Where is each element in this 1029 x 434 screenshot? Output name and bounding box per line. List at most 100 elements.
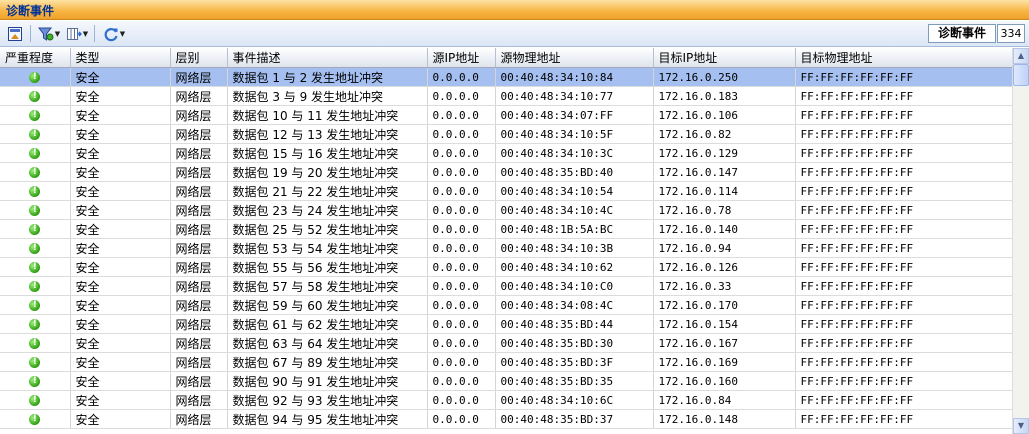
- cell-type: 安全: [70, 143, 171, 163]
- table-row[interactable]: ! 安全 网络层 数据包 63 与 64 发生地址冲突 0.0.0.0 00:40:48:…: [0, 333, 1012, 353]
- cell-target-mac: FF:FF:FF:FF:FF:FF: [795, 67, 1012, 87]
- cell-severity: !: [0, 314, 71, 334]
- cell-source-mac: 00:40:48:34:10:3B: [495, 238, 654, 258]
- col-header-layer[interactable]: 层别: [170, 48, 228, 68]
- table-row[interactable]: ! 安全 网络层 数据包 3 与 9 发生地址冲突 0.0.0.0 00:40:48:34…: [0, 86, 1012, 106]
- cell-source-mac: 00:40:48:35:BD:40: [495, 162, 654, 182]
- cell-severity: !: [0, 352, 71, 372]
- cell-layer: 网络层: [170, 257, 228, 277]
- severity-ok-icon: !: [29, 224, 41, 235]
- col-header-source-ip[interactable]: 源IP地址: [427, 48, 496, 68]
- severity-ok-icon: !: [29, 281, 41, 292]
- cell-target-mac: FF:FF:FF:FF:FF:FF: [795, 143, 1012, 163]
- filter-button[interactable]: ▼: [36, 24, 62, 43]
- cell-type: 安全: [70, 333, 171, 353]
- table-row[interactable]: ! 安全 网络层 数据包 21 与 22 发生地址冲突 0.0.0.0 00:40:48:…: [0, 181, 1012, 201]
- cell-layer: 网络层: [170, 409, 228, 429]
- severity-ok-icon: !: [29, 110, 41, 121]
- cell-source-ip: 0.0.0.0: [427, 409, 496, 429]
- severity-ok-icon: !: [29, 338, 41, 349]
- cell-source-ip: 0.0.0.0: [427, 105, 496, 125]
- table-row[interactable]: ! 安全 网络层 数据包 57 与 58 发生地址冲突 0.0.0.0 00:40:48:…: [0, 276, 1012, 296]
- diagnostic-events-count: 334: [997, 24, 1025, 43]
- cell-type: 安全: [70, 219, 171, 239]
- cell-description: 数据包 67 与 89 发生地址冲突: [227, 352, 428, 372]
- cell-target-mac: FF:FF:FF:FF:FF:FF: [795, 181, 1012, 201]
- refresh-button[interactable]: ▼: [100, 24, 128, 43]
- table-row[interactable]: ! 安全 网络层 数据包 92 与 93 发生地址冲突 0.0.0.0 00:40:48:…: [0, 390, 1012, 410]
- cell-layer: 网络层: [170, 390, 228, 410]
- diagnostic-events-label: 诊断事件: [928, 24, 996, 43]
- cell-severity: !: [0, 86, 71, 106]
- scroll-down-button[interactable]: ▼: [1013, 418, 1029, 434]
- severity-ok-icon: !: [29, 186, 41, 197]
- cell-source-mac: 00:40:48:34:10:3C: [495, 143, 654, 163]
- toolbar: ▼ ▼ ▼ 诊断事件 334: [0, 21, 1029, 47]
- cell-type: 安全: [70, 371, 171, 391]
- cell-target-ip: 172.16.0.167: [653, 333, 796, 353]
- severity-ok-icon: !: [29, 300, 41, 311]
- col-header-source-mac[interactable]: 源物理地址: [495, 48, 654, 68]
- table-row[interactable]: ! 安全 网络层 数据包 94 与 95 发生地址冲突 0.0.0.0 00:40:48:…: [0, 409, 1012, 429]
- severity-ok-icon: !: [29, 414, 41, 425]
- cell-target-mac: FF:FF:FF:FF:FF:FF: [795, 86, 1012, 106]
- vertical-scrollbar[interactable]: ▲ ▼: [1012, 48, 1029, 434]
- table-row[interactable]: ! 安全 网络层 数据包 55 与 56 发生地址冲突 0.0.0.0 00:40:48:…: [0, 257, 1012, 277]
- col-header-type[interactable]: 类型: [70, 48, 171, 68]
- table-row[interactable]: ! 安全 网络层 数据包 12 与 13 发生地址冲突 0.0.0.0 00:40:48:…: [0, 124, 1012, 144]
- col-header-target-ip[interactable]: 目标IP地址: [653, 48, 796, 68]
- severity-ok-icon: !: [29, 167, 41, 178]
- cell-description: 数据包 23 与 24 发生地址冲突: [227, 200, 428, 220]
- cell-severity: !: [0, 371, 71, 391]
- table-row[interactable]: ! 安全 网络层 数据包 61 与 62 发生地址冲突 0.0.0.0 00:40:48:…: [0, 314, 1012, 334]
- table-row[interactable]: ! 安全 网络层 数据包 53 与 54 发生地址冲突 0.0.0.0 00:40:48:…: [0, 238, 1012, 258]
- cell-target-ip: 172.16.0.154: [653, 314, 796, 334]
- table-row[interactable]: ! 安全 网络层 数据包 23 与 24 发生地址冲突 0.0.0.0 00:40:48:…: [0, 200, 1012, 220]
- cell-source-mac: 00:40:48:34:07:FF: [495, 105, 654, 125]
- cell-type: 安全: [70, 276, 171, 296]
- cell-target-ip: 172.16.0.160: [653, 371, 796, 391]
- cell-description: 数据包 90 与 91 发生地址冲突: [227, 371, 428, 391]
- cell-severity: !: [0, 276, 71, 296]
- filter-icon: [37, 27, 54, 41]
- col-header-description[interactable]: 事件描述: [227, 48, 428, 68]
- table-row[interactable]: ! 安全 网络层 数据包 25 与 52 发生地址冲突 0.0.0.0 00:40:48:…: [0, 219, 1012, 239]
- cell-target-mac: FF:FF:FF:FF:FF:FF: [795, 371, 1012, 391]
- cell-source-ip: 0.0.0.0: [427, 371, 496, 391]
- table-row[interactable]: ! 安全 网络层 数据包 10 与 11 发生地址冲突 0.0.0.0 00:40:48:…: [0, 105, 1012, 125]
- severity-ok-icon: !: [29, 91, 41, 102]
- refresh-icon: [104, 27, 118, 41]
- cell-type: 安全: [70, 409, 171, 429]
- cell-description: 数据包 19 与 20 发生地址冲突: [227, 162, 428, 182]
- panel-title: 诊断事件: [6, 4, 55, 18]
- cell-source-ip: 0.0.0.0: [427, 352, 496, 372]
- cell-source-mac: 00:40:48:34:10:84: [495, 67, 654, 87]
- cell-target-mac: FF:FF:FF:FF:FF:FF: [795, 333, 1012, 353]
- cell-source-mac: 00:40:48:34:10:77: [495, 86, 654, 106]
- cell-source-ip: 0.0.0.0: [427, 295, 496, 315]
- cell-source-ip: 0.0.0.0: [427, 238, 496, 258]
- export-button[interactable]: [5, 24, 25, 43]
- table-row[interactable]: ! 安全 网络层 数据包 19 与 20 发生地址冲突 0.0.0.0 00:40:48:…: [0, 162, 1012, 182]
- cell-source-ip: 0.0.0.0: [427, 124, 496, 144]
- table-row[interactable]: ! 安全 网络层 数据包 90 与 91 发生地址冲突 0.0.0.0 00:40:48:…: [0, 371, 1012, 391]
- scroll-thumb[interactable]: [1013, 64, 1029, 86]
- cell-type: 安全: [70, 86, 171, 106]
- cell-target-mac: FF:FF:FF:FF:FF:FF: [795, 314, 1012, 334]
- cell-severity: !: [0, 257, 71, 277]
- col-header-target-mac[interactable]: 目标物理地址: [795, 48, 1012, 68]
- cell-severity: !: [0, 67, 71, 87]
- columns-button[interactable]: ▼: [64, 24, 90, 43]
- col-header-severity[interactable]: 严重程度: [0, 48, 71, 68]
- cell-target-ip: 172.16.0.250: [653, 67, 796, 87]
- cell-target-ip: 172.16.0.169: [653, 352, 796, 372]
- cell-description: 数据包 3 与 9 发生地址冲突: [227, 86, 428, 106]
- table-row[interactable]: ! 安全 网络层 数据包 15 与 16 发生地址冲突 0.0.0.0 00:40:48:…: [0, 143, 1012, 163]
- table-row[interactable]: ! 安全 网络层 数据包 59 与 60 发生地址冲突 0.0.0.0 00:40:48:…: [0, 295, 1012, 315]
- table-row[interactable]: ! 安全 网络层 数据包 1 与 2 发生地址冲突 0.0.0.0 00:40:48:34…: [0, 67, 1012, 87]
- cell-type: 安全: [70, 314, 171, 334]
- scroll-up-button[interactable]: ▲: [1013, 48, 1029, 64]
- table-row[interactable]: ! 安全 网络层 数据包 67 与 89 发生地址冲突 0.0.0.0 00:40:48:…: [0, 352, 1012, 372]
- cell-target-ip: 172.16.0.170: [653, 295, 796, 315]
- cell-target-ip: 172.16.0.94: [653, 238, 796, 258]
